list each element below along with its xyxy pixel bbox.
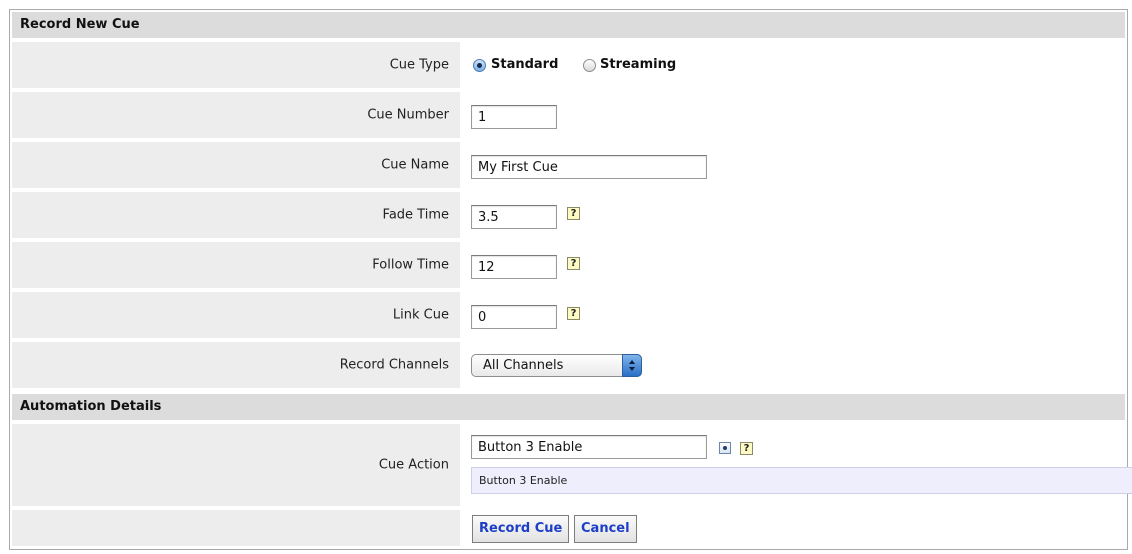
cue-action-picker-icon[interactable] <box>719 442 731 454</box>
record-channels-label: Record Channels <box>339 357 449 373</box>
cue-name-value-cell <box>464 142 1125 188</box>
fade-time-row: Fade Time ? <box>12 192 1125 238</box>
cue-name-label-cell: Cue Name <box>12 142 460 188</box>
cue-type-label-cell: Cue Type <box>12 42 460 88</box>
cue-type-row: Cue Type Standard Streaming <box>12 42 1125 88</box>
automation-details-header: Automation Details <box>12 394 1125 420</box>
link-cue-value-cell: ? <box>464 292 1125 338</box>
cue-action-input[interactable] <box>471 435 707 459</box>
follow-time-value-cell: ? <box>464 242 1125 288</box>
cue-name-row: Cue Name <box>12 142 1125 188</box>
select-arrows-icon <box>622 354 642 377</box>
fade-time-help-icon[interactable]: ? <box>567 207 580 220</box>
cue-action-value-cell: ? Button 3 Enable <box>464 424 1132 506</box>
fade-time-label: Fade Time <box>382 207 449 223</box>
record-channels-row: Record Channels All Channels <box>12 342 1125 388</box>
link-cue-label: Link Cue <box>392 307 449 323</box>
record-channels-select[interactable]: All Channels <box>471 354 642 377</box>
cue-type-label: Cue Type <box>389 57 449 73</box>
standard-radio[interactable] <box>473 59 486 72</box>
cue-number-value-cell <box>464 92 1125 138</box>
buttons-cell: Record Cue Cancel <box>464 510 1125 546</box>
record-cue-button[interactable]: Record Cue <box>472 515 570 543</box>
standard-radio-label[interactable]: Standard <box>491 57 558 72</box>
cue-number-label: Cue Number <box>367 107 449 123</box>
streaming-radio-label[interactable]: Streaming <box>600 57 676 72</box>
cue-action-label: Cue Action <box>378 457 449 473</box>
link-cue-input[interactable] <box>471 305 557 329</box>
form-buttons-row: Record Cue Cancel <box>12 510 1125 546</box>
cue-name-label: Cue Name <box>381 157 449 173</box>
link-cue-help-icon[interactable]: ? <box>567 307 580 320</box>
cue-number-row: Cue Number <box>12 92 1125 138</box>
fade-time-label-cell: Fade Time <box>12 192 460 238</box>
link-cue-label-cell: Link Cue <box>12 292 460 338</box>
section-title: Automation Details <box>20 399 162 414</box>
cue-action-help-icon[interactable]: ? <box>740 442 753 455</box>
link-cue-row: Link Cue ? <box>12 292 1125 338</box>
record-channels-selected: All Channels <box>483 358 564 373</box>
cue-action-row: Cue Action ? Button 3 Enable <box>12 424 1132 506</box>
fade-time-value-cell: ? <box>464 192 1125 238</box>
buttons-label-cell <box>12 510 460 546</box>
fade-time-input[interactable] <box>471 205 557 229</box>
streaming-radio[interactable] <box>583 59 596 72</box>
cue-action-preview: Button 3 Enable <box>471 467 1132 494</box>
cue-number-input[interactable] <box>471 105 557 129</box>
section-title: Record New Cue <box>20 17 140 32</box>
follow-time-label-cell: Follow Time <box>12 242 460 288</box>
cancel-button[interactable]: Cancel <box>574 515 637 543</box>
record-cue-form: Record New Cue Cue Type Standard Streami… <box>9 9 1132 550</box>
record-channels-label-cell: Record Channels <box>12 342 460 388</box>
cue-action-label-cell: Cue Action <box>12 424 460 506</box>
cue-name-input[interactable] <box>471 155 707 179</box>
follow-time-row: Follow Time ? <box>12 242 1125 288</box>
follow-time-label: Follow Time <box>372 257 449 273</box>
follow-time-help-icon[interactable]: ? <box>567 257 580 270</box>
record-new-cue-header: Record New Cue <box>12 12 1125 38</box>
cue-type-value-cell: Standard Streaming <box>464 42 1125 88</box>
record-channels-value-cell: All Channels <box>464 342 1125 388</box>
follow-time-input[interactable] <box>471 255 557 279</box>
cue-number-label-cell: Cue Number <box>12 92 460 138</box>
